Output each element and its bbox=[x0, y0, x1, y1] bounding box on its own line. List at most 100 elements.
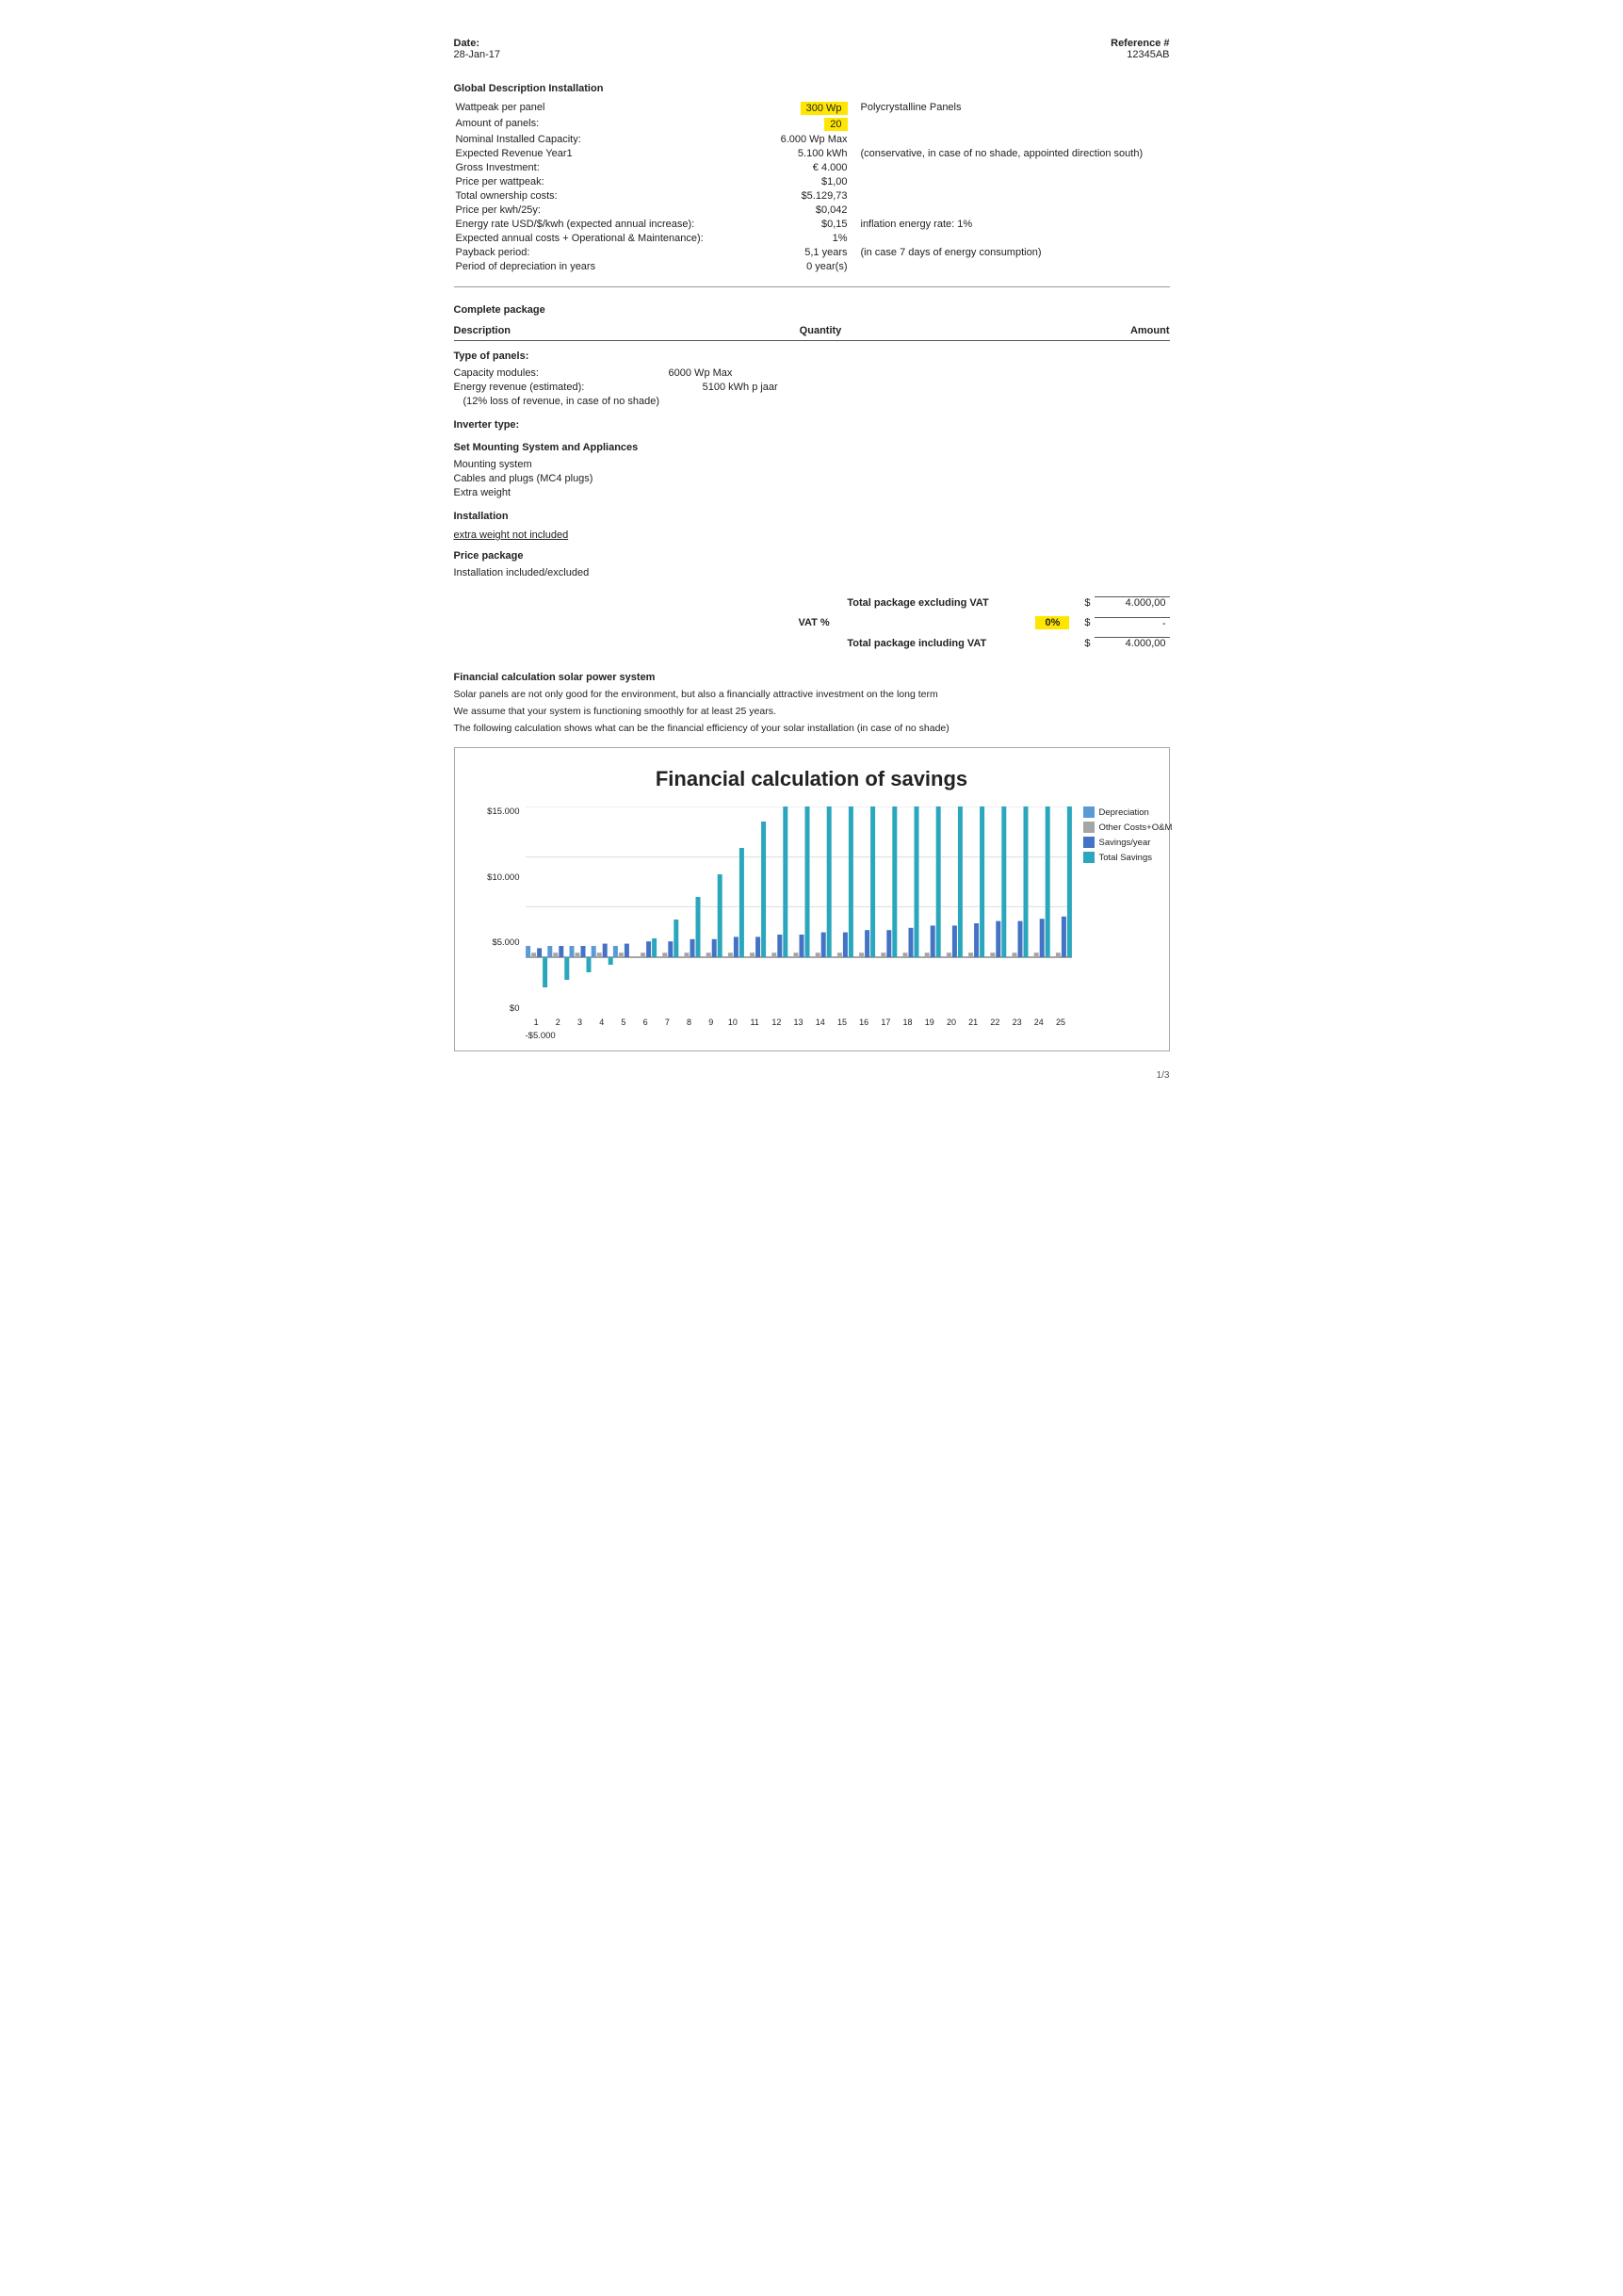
info-row-label: Wattpeak per panel bbox=[454, 100, 727, 116]
y-axis-label: $15.000 bbox=[474, 806, 520, 817]
totals-section: Total package excluding VAT $ 4.000,00 V… bbox=[454, 596, 1170, 653]
total-excl-dollar: $ bbox=[1084, 597, 1090, 609]
chart-main: $15.000$10.000$5.000$0 12345678910111213… bbox=[474, 806, 1072, 1041]
mounting-item: Mounting system bbox=[454, 457, 1170, 471]
total-incl-label: Total package including VAT bbox=[847, 638, 1073, 649]
chart-bar bbox=[924, 953, 929, 957]
financial-section-title: Financial calculation solar power system bbox=[454, 672, 1170, 683]
x-axis-label: 1 bbox=[526, 1018, 547, 1027]
mounting-item: Extra weight bbox=[454, 485, 1170, 499]
x-axis-label: 5 bbox=[612, 1018, 634, 1027]
chart-bar bbox=[990, 953, 995, 957]
info-row-value: 5,1 years bbox=[727, 245, 850, 259]
x-axis-label: 7 bbox=[657, 1018, 678, 1027]
installation-included-row: Installation included/excluded bbox=[454, 565, 1170, 579]
global-info-table: Wattpeak per panel300 WpPolycrystalline … bbox=[454, 100, 1170, 273]
x-axis-label: 10 bbox=[722, 1018, 743, 1027]
info-row-label: Gross Investment: bbox=[454, 160, 727, 174]
x-axis-label: 8 bbox=[678, 1018, 700, 1027]
chart-bar bbox=[717, 874, 722, 957]
chart-bar bbox=[569, 946, 574, 957]
chart-bar bbox=[591, 946, 595, 957]
chart-bar bbox=[641, 953, 645, 957]
x-axis-label: 17 bbox=[875, 1018, 897, 1027]
bar-chart-svg bbox=[526, 806, 1072, 1004]
energy-note: (12% loss of revenue, in case of no shad… bbox=[463, 396, 660, 407]
chart-bar bbox=[1066, 806, 1071, 957]
global-info-row: Price per kwh/25y:$0,042 bbox=[454, 203, 1170, 217]
reference-value: 12345AB bbox=[1111, 49, 1169, 60]
financial-intro-line: Solar panels are not only good for the e… bbox=[454, 689, 1170, 700]
package-section-title: Complete package bbox=[454, 304, 1170, 316]
chart-bar bbox=[892, 806, 897, 957]
chart-bar bbox=[543, 957, 547, 987]
chart-title: Financial calculation of savings bbox=[474, 767, 1150, 791]
info-row-note bbox=[850, 259, 1170, 273]
info-row-note bbox=[850, 231, 1170, 245]
chart-bar bbox=[968, 953, 973, 957]
chart-bar bbox=[1001, 806, 1006, 957]
chart-bar bbox=[652, 938, 657, 957]
global-info-row: Energy rate USD/$/kwh (expected annual i… bbox=[454, 217, 1170, 231]
chart-bar bbox=[935, 806, 940, 957]
col-quantity: Quantity bbox=[800, 325, 842, 336]
legend-color-box bbox=[1083, 822, 1095, 833]
chart-body-with-legend: $15.000$10.000$5.000$0 12345678910111213… bbox=[474, 806, 1150, 1041]
chart-bar bbox=[531, 953, 536, 957]
chart-bar bbox=[624, 944, 628, 957]
chart-bar bbox=[902, 953, 907, 957]
chart-with-axis: $15.000$10.000$5.000$0 bbox=[474, 806, 1072, 1014]
total-excl-row: Total package excluding VAT $ 4.000,00 bbox=[454, 596, 1170, 609]
chart-bar bbox=[1061, 917, 1065, 957]
capacity-label: Capacity modules: bbox=[454, 367, 540, 379]
mounting-section-title: Set Mounting System and Appliances bbox=[454, 442, 1170, 453]
global-info-row: Period of depreciation in years0 year(s) bbox=[454, 259, 1170, 273]
chart-bar bbox=[706, 953, 710, 957]
x-axis-label: 9 bbox=[700, 1018, 722, 1027]
x-axis-label: 25 bbox=[1049, 1018, 1071, 1027]
energy-note-row: (12% loss of revenue, in case of no shad… bbox=[463, 394, 1170, 408]
chart-bar bbox=[684, 953, 689, 957]
chart-bar bbox=[727, 953, 732, 957]
chart-bar bbox=[980, 806, 984, 957]
energy-revenue-row: Energy revenue (estimated): 5100 kWh p j… bbox=[454, 380, 1170, 394]
info-row-note bbox=[850, 132, 1170, 146]
y-axis-label: $0 bbox=[474, 1003, 520, 1014]
x-axis-label: 6 bbox=[635, 1018, 657, 1027]
info-row-label: Energy rate USD/$/kwh (expected annual i… bbox=[454, 217, 727, 231]
chart-bar bbox=[646, 941, 651, 957]
chart-bar bbox=[930, 925, 934, 957]
info-row-note: inflation energy rate: 1% bbox=[850, 217, 1170, 231]
info-row-value: 300 Wp bbox=[727, 100, 850, 116]
capacity-row: Capacity modules: 6000 Wp Max bbox=[454, 366, 1170, 380]
global-info-row: Wattpeak per panel300 WpPolycrystalline … bbox=[454, 100, 1170, 116]
chart-bar bbox=[881, 953, 885, 957]
extra-weight-link[interactable]: extra weight not included bbox=[454, 529, 569, 541]
info-row-value: 5.100 kWh bbox=[727, 146, 850, 160]
chart-bar bbox=[547, 946, 552, 957]
chart-bar bbox=[826, 806, 831, 957]
chart-bar bbox=[886, 930, 891, 957]
chart-bar bbox=[559, 946, 563, 957]
global-info-row: Nominal Installed Capacity:6.000 Wp Max bbox=[454, 132, 1170, 146]
x-axis-label: 20 bbox=[940, 1018, 962, 1027]
info-row-note bbox=[850, 116, 1170, 132]
info-row-value: $5.129,73 bbox=[727, 188, 850, 203]
financial-intro-line: We assume that your system is functionin… bbox=[454, 706, 1170, 717]
legend-item: Depreciation bbox=[1083, 806, 1176, 818]
legend-item: Savings/year bbox=[1083, 837, 1176, 848]
y-axis-labels: $15.000$10.000$5.000$0 bbox=[474, 806, 526, 1014]
legend-color-box bbox=[1083, 837, 1095, 848]
chart-bar bbox=[842, 933, 847, 957]
x-axis-label: 16 bbox=[853, 1018, 875, 1027]
section-divider bbox=[454, 286, 1170, 287]
installation-title: Installation bbox=[454, 511, 1170, 522]
chart-bar bbox=[946, 953, 950, 957]
chart-bar bbox=[618, 953, 623, 957]
y-axis-label: $5.000 bbox=[474, 937, 520, 948]
chart-bar bbox=[815, 953, 820, 957]
legend-label: Savings/year bbox=[1099, 838, 1151, 848]
chart-plot-area bbox=[526, 806, 1072, 1014]
info-row-value: $1,00 bbox=[727, 174, 850, 188]
type-of-panels-title: Type of panels: bbox=[454, 350, 1170, 362]
